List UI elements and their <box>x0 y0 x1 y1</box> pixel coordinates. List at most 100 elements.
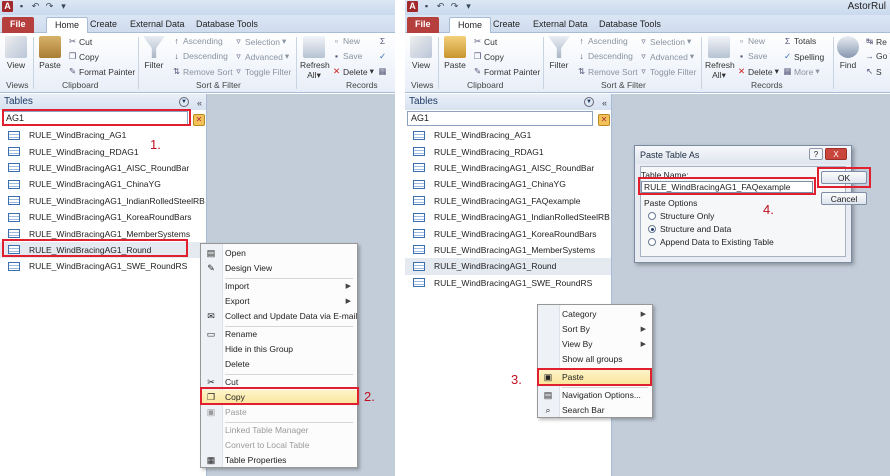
format-painter-button[interactable]: ✎ Format Painter <box>68 66 135 77</box>
table-item-selected[interactable]: RULE_WindBracingAG1_Round <box>405 258 611 275</box>
view-button[interactable]: View <box>409 36 433 70</box>
delete-button[interactable]: ✕ Delete ▾ <box>737 66 779 77</box>
menu-item-view-by[interactable]: View By ▶ <box>538 337 652 352</box>
find-button[interactable]: Find <box>837 36 859 70</box>
ascending-button[interactable]: ↑ Ascending <box>172 36 222 46</box>
save-icon[interactable]: ▪ <box>16 1 27 12</box>
table-item[interactable]: RULE_WindBracing_AG1 <box>405 127 611 143</box>
menu-item-collect-update[interactable]: ✉ Collect and Update Data via E-mail <box>201 309 357 324</box>
table-item[interactable]: RULE_WindBracing_AG1 <box>0 127 206 143</box>
remove-sort-button[interactable]: ⇅ Remove Sort <box>172 66 233 77</box>
nav-pane-header[interactable]: Tables ▼ « <box>405 94 611 110</box>
advanced-button[interactable]: ▿ Advanced ▾ <box>234 51 289 62</box>
menu-item-open[interactable]: ▤ Open <box>201 246 357 261</box>
advanced-button[interactable]: ▿ Advanced ▾ <box>639 51 694 62</box>
menu-item-export[interactable]: Export ▶ <box>201 294 357 309</box>
table-item[interactable]: RULE_WindBracingAG1_FAQexample <box>405 193 611 209</box>
copy-button[interactable]: ❐ Copy <box>68 51 99 62</box>
cancel-button[interactable]: Cancel <box>821 192 867 205</box>
tab-file[interactable]: File <box>407 17 439 33</box>
table-item[interactable]: RULE_WindBracingAG1_ChinaYG <box>405 176 611 192</box>
customize-qat-icon[interactable]: ▾ <box>463 1 474 12</box>
tab-home[interactable]: Home <box>449 17 492 33</box>
tab-database-tools[interactable]: Database Tools <box>599 17 661 33</box>
structure-only-radio[interactable]: Structure Only <box>648 211 714 221</box>
selection-button[interactable]: ▿ Selection ▾ <box>234 36 286 47</box>
copy-button[interactable]: ❐ Copy <box>473 51 504 62</box>
cut-button[interactable]: ✂ Cut <box>473 36 497 47</box>
menu-item-show-all-groups[interactable]: Show all groups <box>538 352 652 367</box>
filter-button[interactable]: Filter <box>547 36 571 70</box>
table-item[interactable]: RULE_WindBracingAG1_IndianRolledSteelRB <box>0 193 206 209</box>
paste-button[interactable]: Paste <box>443 36 467 70</box>
table-item[interactable]: RULE_WindBracingAG1_SWE_RoundRS <box>405 275 611 291</box>
save-record-button[interactable]: ▪ Save <box>332 51 362 61</box>
menu-item-rename[interactable]: ▭ Rename <box>201 327 357 342</box>
menu-item-navigation-options[interactable]: ▤ Navigation Options... <box>538 388 652 403</box>
spelling-button[interactable]: ✓ Spelling <box>783 51 824 62</box>
menu-item-linked-table-manager[interactable]: Linked Table Manager <box>201 423 357 438</box>
table-item[interactable]: RULE_WindBracingAG1_KoreaRoundBars <box>405 225 611 241</box>
descending-button[interactable]: ↓ Descending <box>577 51 633 61</box>
menu-item-import[interactable]: Import ▶ <box>201 279 357 294</box>
tab-external-data[interactable]: External Data <box>533 17 588 33</box>
redo-icon[interactable]: ↷ <box>449 1 460 12</box>
shutter-bar-icon[interactable]: « <box>602 95 607 111</box>
totals-button[interactable]: Σ Totals <box>783 36 816 46</box>
undo-icon[interactable]: ↶ <box>30 1 41 12</box>
nav-pane-header[interactable]: Tables ▼ « <box>0 94 206 110</box>
shutter-bar-icon[interactable]: « <box>197 95 202 111</box>
table-item[interactable]: RULE_WindBracingAG1_ChinaYG <box>0 176 206 192</box>
clear-search-icon[interactable]: ✕ <box>598 114 610 126</box>
descending-button[interactable]: ↓ Descending <box>172 51 228 61</box>
table-item[interactable]: RULE_WindBracingAG1_AISC_RoundBar <box>405 160 611 176</box>
menu-item-table-properties[interactable]: ▦ Table Properties <box>201 453 357 468</box>
toggle-filter-button[interactable]: ▿ Toggle Filter <box>639 66 696 77</box>
remove-sort-button[interactable]: ⇅ Remove Sort <box>577 66 638 77</box>
totals-icon[interactable]: Σ <box>378 36 387 46</box>
more-icon[interactable]: ▦ <box>378 66 387 77</box>
help-button[interactable]: ? <box>809 148 823 160</box>
customize-qat-icon[interactable]: ▾ <box>58 1 69 12</box>
refresh-all-button[interactable]: Refresh All▾ <box>300 36 330 81</box>
undo-icon[interactable]: ↶ <box>435 1 446 12</box>
menu-item-category[interactable]: Category ▶ <box>538 307 652 322</box>
menu-item-delete[interactable]: Delete <box>201 357 357 372</box>
chevron-down-icon[interactable]: ▼ <box>179 97 189 107</box>
paste-button[interactable]: Paste <box>38 36 62 70</box>
table-item[interactable]: RULE_WindBracing_RDAG1 <box>0 143 206 159</box>
menu-item-convert-to-local[interactable]: Convert to Local Table <box>201 438 357 453</box>
table-item[interactable]: RULE_WindBracing_RDAG1 <box>405 143 611 159</box>
tab-home[interactable]: Home <box>46 17 89 33</box>
tab-database-tools[interactable]: Database Tools <box>196 17 258 33</box>
ascending-button[interactable]: ↑ Ascending <box>577 36 627 46</box>
format-painter-button[interactable]: ✎ Format Painter <box>473 66 540 77</box>
tab-create[interactable]: Create <box>493 17 520 33</box>
menu-item-sort-by[interactable]: Sort By ▶ <box>538 322 652 337</box>
nav-search-input[interactable]: AG1 <box>407 111 593 126</box>
menu-item-paste[interactable]: ▣ Paste <box>201 405 357 420</box>
table-item[interactable]: RULE_WindBracingAG1_KoreaRoundBars <box>0 209 206 225</box>
structure-and-data-radio[interactable]: Structure and Data <box>648 224 731 234</box>
save-icon[interactable]: ▪ <box>421 1 432 12</box>
table-item[interactable]: RULE_WindBracingAG1_SWE_RoundRS <box>0 258 206 274</box>
menu-item-search-bar[interactable]: ⌕ Search Bar <box>538 403 652 418</box>
chevron-down-icon[interactable]: ▼ <box>584 97 594 107</box>
append-data-radio[interactable]: Append Data to Existing Table <box>648 237 774 247</box>
table-item[interactable]: RULE_WindBracingAG1_MemberSystems <box>405 242 611 258</box>
table-item[interactable]: RULE_WindBracingAG1_IndianRolledSteelRB <box>405 209 611 225</box>
save-record-button[interactable]: ▪ Save <box>737 51 767 61</box>
menu-item-hide-in-group[interactable]: Hide in this Group <box>201 342 357 357</box>
goto-button[interactable]: →Go T <box>865 51 890 61</box>
filter-button[interactable]: Filter <box>142 36 166 70</box>
tab-create[interactable]: Create <box>90 17 117 33</box>
menu-item-design-view[interactable]: ✎ Design View <box>201 261 357 276</box>
selection-button[interactable]: ▿ Selection ▾ <box>639 36 691 47</box>
cut-button[interactable]: ✂ Cut <box>68 36 92 47</box>
clear-search-icon[interactable]: ✕ <box>193 114 205 126</box>
more-button[interactable]: ▦ More ▾ <box>783 66 819 77</box>
delete-button[interactable]: ✕ Delete ▾ <box>332 66 374 77</box>
select-button[interactable]: ↖ S <box>865 66 882 77</box>
close-button[interactable]: X <box>825 148 847 160</box>
new-record-button[interactable]: ▫ New <box>737 36 765 46</box>
